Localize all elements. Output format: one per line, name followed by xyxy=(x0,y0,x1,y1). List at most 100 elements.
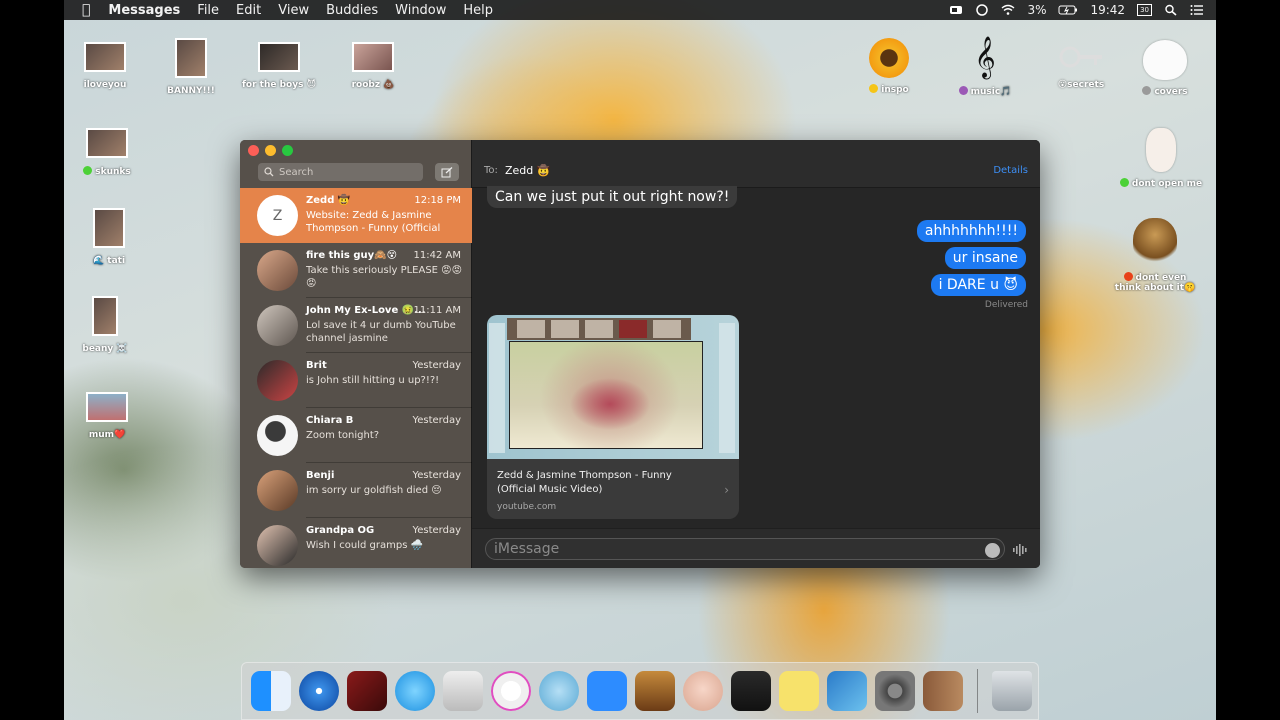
search-icon xyxy=(264,167,274,177)
outgoing-message-bubble[interactable]: ahhhhhhh!!!! xyxy=(916,220,1026,242)
photo-thumbnail xyxy=(175,38,207,78)
conversation-preview: Wish I could gramps 🌧️ xyxy=(306,540,424,551)
conversation-name: Brit xyxy=(306,360,327,371)
red-tag-icon xyxy=(1123,272,1133,281)
outgoing-message-bubble[interactable]: ur insane xyxy=(944,247,1026,269)
conversation-row[interactable]: Z Zedd 🤠 12:18 PM Website: Zedd & Jasmin… xyxy=(240,188,472,243)
desktop-item-label: mum❤️ xyxy=(88,430,126,440)
voice-memo-icon[interactable] xyxy=(731,671,771,711)
desktop-item-label: dont open me xyxy=(1116,178,1206,189)
desktop-item-banny[interactable]: BANNY!!! xyxy=(146,38,236,96)
desktop-item-label: skunks xyxy=(64,166,152,177)
system-preferences-icon[interactable] xyxy=(875,671,915,711)
conversation-name: Benji xyxy=(306,470,335,481)
notification-center-icon[interactable] xyxy=(1190,4,1204,16)
itunes-icon[interactable] xyxy=(491,671,531,711)
sunflower-folder-icon xyxy=(869,38,909,78)
menu-help[interactable]: Help xyxy=(463,3,493,18)
spotlight-search-icon[interactable] xyxy=(1164,4,1178,16)
finder-icon[interactable] xyxy=(251,671,291,711)
details-button[interactable]: Details xyxy=(993,165,1028,176)
message-input[interactable]: iMessage xyxy=(485,538,1005,560)
photo-booth-icon[interactable] xyxy=(347,671,387,711)
desktop-item-label: covers xyxy=(1120,86,1210,97)
desktop-item-label: roobz 💩 xyxy=(351,80,395,90)
thumbnail-frame xyxy=(653,320,681,338)
garageband-icon[interactable] xyxy=(635,671,675,711)
link-domain: youtube.com xyxy=(497,502,557,512)
link-title: Zedd & Jasmine Thompson - Funny (Officia… xyxy=(497,470,672,495)
treble-clef-folder-icon: 𝄞 xyxy=(974,37,996,78)
desktop-item-label: dont even xyxy=(1110,272,1200,283)
desktop-item-tati[interactable]: 🌊 tati xyxy=(64,208,154,266)
outgoing-message-bubble[interactable]: i DARE u 😈 xyxy=(930,274,1026,296)
calendar-badge[interactable]: 30 xyxy=(1137,4,1152,16)
preview-icon[interactable] xyxy=(827,671,867,711)
status-area: 3% 19:42 30 xyxy=(949,0,1204,20)
safari-icon[interactable] xyxy=(299,671,339,711)
close-window-button[interactable] xyxy=(248,145,259,156)
menu-buddies[interactable]: Buddies xyxy=(326,3,378,18)
messages-icon[interactable] xyxy=(395,671,435,711)
thumbnail-frame xyxy=(551,320,579,338)
desktop-item-secrets[interactable]: 😮secrets xyxy=(1036,40,1126,90)
apple-menu-icon[interactable]:  xyxy=(82,2,90,18)
lion-folder-icon xyxy=(1133,218,1177,266)
desktop-item-for-the-boys[interactable]: for the boys 😈 xyxy=(234,42,324,90)
memoji-icon[interactable] xyxy=(683,671,723,711)
battery-icon[interactable] xyxy=(1058,4,1078,16)
desktop-item-skunks[interactable]: skunks xyxy=(64,128,152,177)
dock-separator xyxy=(977,669,978,713)
conversation-time: 11:42 AM xyxy=(413,250,461,261)
conversation-row[interactable]: Grandpa OG Yesterday Wish I could gramps… xyxy=(240,518,472,568)
conversation-name: John My Ex-Love 🤢... xyxy=(306,305,426,316)
seal-icon[interactable] xyxy=(539,671,579,711)
desktop-item-inspo[interactable]: inspo xyxy=(844,38,934,95)
desktop-screen:  Messages File Edit View Buddies Window… xyxy=(64,0,1216,720)
desktop-item-label: BANNY!!! xyxy=(167,86,215,96)
emoji-picker-icon[interactable] xyxy=(985,543,1000,558)
desktop-item-music[interactable]: 𝄞 music🎵 xyxy=(940,36,1030,97)
key-folder-icon xyxy=(1059,46,1102,68)
desktop-item-dont-even[interactable]: dont even think about it🤫 xyxy=(1110,218,1200,293)
conversation-row[interactable]: Chiara B Yesterday Zoom tonight? xyxy=(240,408,472,463)
creative-cloud-icon[interactable] xyxy=(975,4,989,16)
recipient-name[interactable]: Zedd 🤠 xyxy=(505,164,550,177)
menu-file[interactable]: File xyxy=(197,3,219,18)
zoom-status-icon[interactable] xyxy=(949,4,963,16)
delivered-status: Delivered xyxy=(984,300,1028,310)
search-input[interactable]: Search xyxy=(258,163,423,181)
desktop-item-beany[interactable]: beany ☠️ xyxy=(64,296,150,354)
menu-clock[interactable]: 19:42 xyxy=(1090,3,1125,17)
menu-edit[interactable]: Edit xyxy=(236,3,261,18)
desktop-item-covers[interactable]: covers xyxy=(1120,40,1210,97)
link-preview-card[interactable]: Zedd & Jasmine Thompson - Funny (Officia… xyxy=(487,315,739,519)
menu-window[interactable]: Window xyxy=(395,3,446,18)
conversation-row[interactable]: John My Ex-Love 🤢... 11:11 AM Lol save i… xyxy=(240,298,472,353)
to-label: To: xyxy=(484,165,498,176)
desktop-item-label: 😮secrets xyxy=(1057,80,1105,90)
desktop-item-roobz[interactable]: roobz 💩 xyxy=(328,42,418,90)
desktop-item-iloveyou[interactable]: iloveyou xyxy=(64,42,150,90)
new-message-button[interactable] xyxy=(435,163,459,181)
zoom-window-button[interactable] xyxy=(282,145,293,156)
minimize-window-button[interactable] xyxy=(265,145,276,156)
desktop-item-label: 🌊 tati xyxy=(92,256,126,266)
stickies-icon[interactable] xyxy=(779,671,819,711)
zoom-icon[interactable] xyxy=(587,671,627,711)
video-thumbnail xyxy=(487,315,739,459)
trash-icon[interactable] xyxy=(992,671,1032,711)
incoming-message-bubble[interactable]: Can we just put it out right now?! xyxy=(487,186,738,208)
menu-app-name[interactable]: Messages xyxy=(108,3,180,18)
conversation-row[interactable]: Brit Yesterday is John still hitting u u… xyxy=(240,353,472,408)
desktop-item-mum[interactable]: mum❤️ xyxy=(64,392,152,440)
contacts-icon[interactable] xyxy=(923,671,963,711)
conversation-row[interactable]: Benji Yesterday im sorry ur goldfish die… xyxy=(240,463,472,518)
desktop-item-dont-open-me[interactable]: dont open me xyxy=(1116,128,1206,189)
conversation-row[interactable]: fire this guy🙈😵 11:42 AM Take this serio… xyxy=(240,243,472,298)
conversation-time: Yesterday xyxy=(412,360,461,371)
audio-message-icon[interactable] xyxy=(1012,543,1028,557)
menu-view[interactable]: View xyxy=(278,3,309,18)
sketch-icon[interactable] xyxy=(443,671,483,711)
wifi-icon[interactable] xyxy=(1001,4,1015,16)
